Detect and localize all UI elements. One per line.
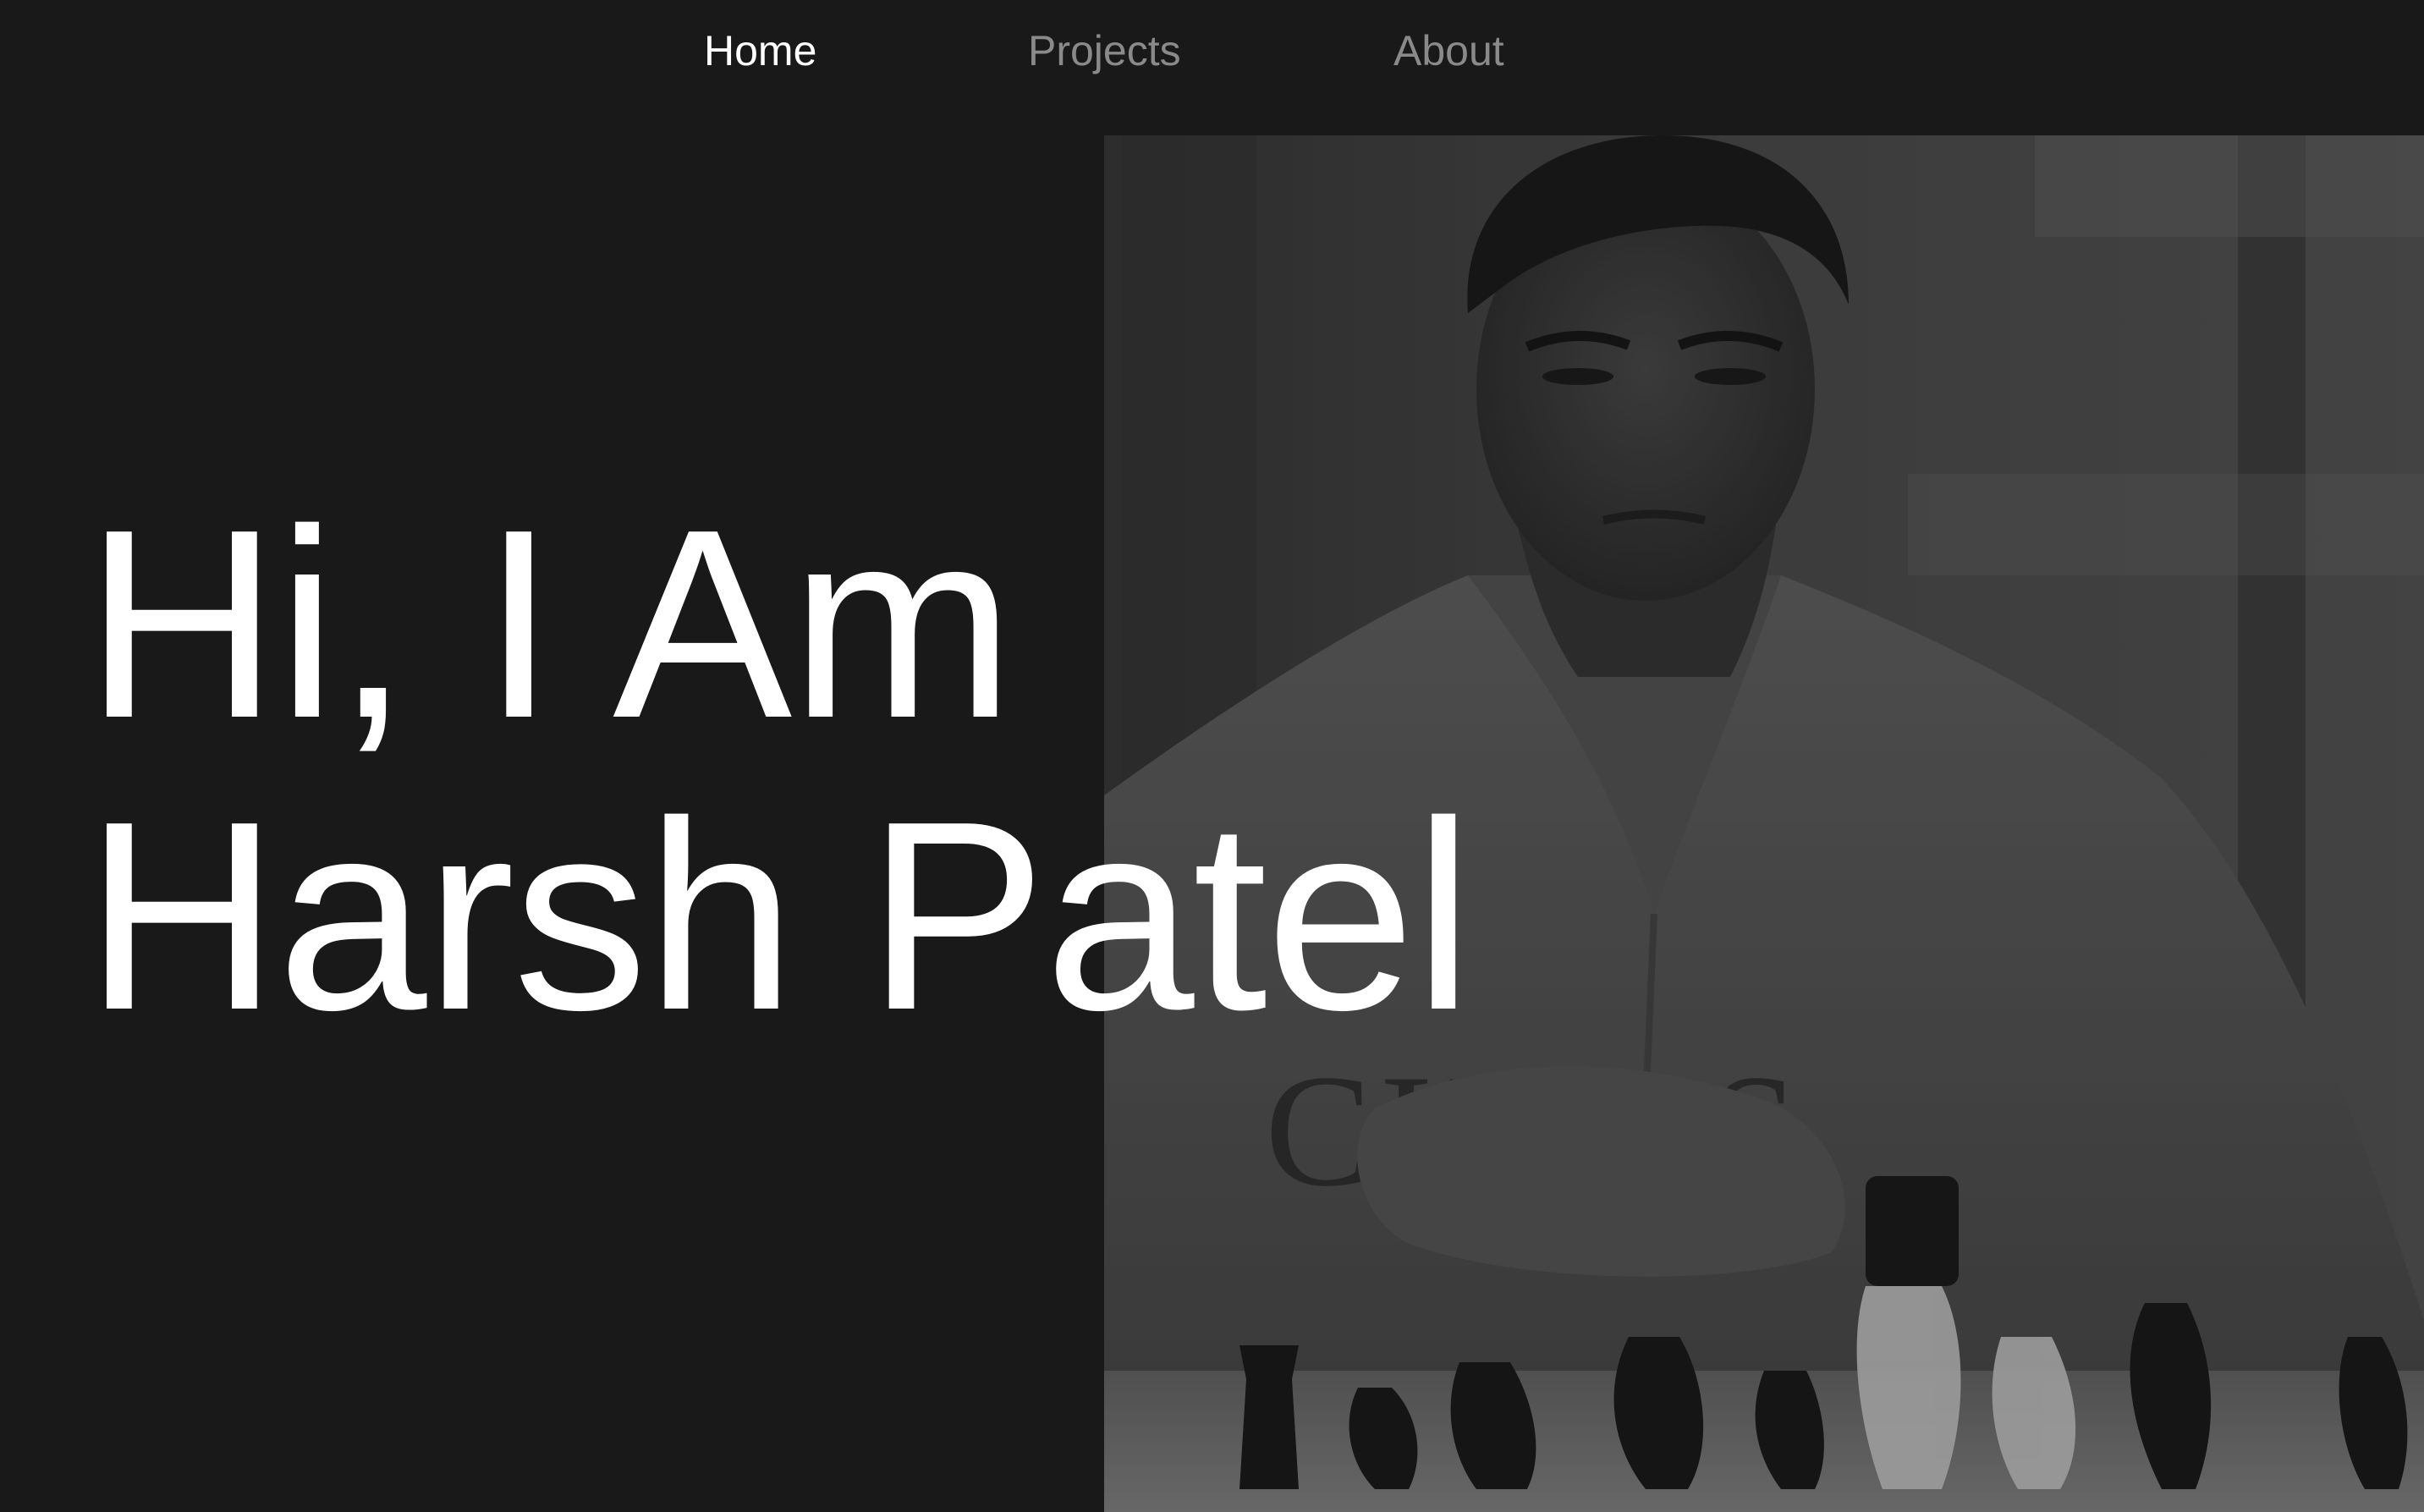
headline-line-greeting: Hi, I Am <box>85 474 1014 774</box>
page: Home Projects About Hi, I Am Harsh Patel <box>0 0 2424 1512</box>
nav-link-home[interactable]: Home <box>704 25 816 76</box>
top-navigation: Home Projects About <box>0 0 2424 135</box>
hero-headline: Hi, I Am Harsh Patel <box>85 474 1473 1066</box>
nav-link-about[interactable]: About <box>1393 25 1504 76</box>
nav-link-projects[interactable]: Projects <box>1028 25 1181 76</box>
headline-line-name: Harsh Patel <box>85 766 1473 1066</box>
